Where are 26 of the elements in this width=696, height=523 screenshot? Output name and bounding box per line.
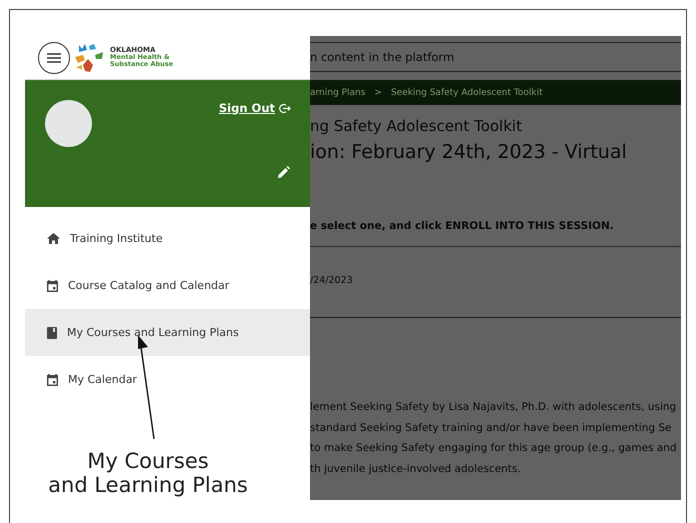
nav-item[interactable]: Course Catalog and Calendar — [25, 262, 310, 309]
course-title: ng Safety Adolescent Toolkit — [310, 117, 523, 135]
breadcrumb-link[interactable]: Seeking Safety Adolescent Toolkit — [390, 88, 543, 98]
sign-out-icon — [279, 102, 291, 114]
menu-button[interactable] — [38, 42, 70, 74]
description-line: to make Seeking Safety engaging for this age group (e.g., games and — [310, 441, 678, 456]
description-line: standard Seeking Safety training and/or have been implementing Se — [310, 420, 672, 436]
edit-icon[interactable] — [278, 166, 290, 178]
nav-item[interactable]: My Courses and Learning Plans — [25, 309, 310, 356]
menu-icon — [47, 52, 61, 62]
calendar-icon — [47, 280, 58, 292]
book-icon — [47, 326, 57, 338]
description-line: lement Seeking Safety by Lisa Najavits, Ph.D. with adolescents, using — [310, 400, 678, 415]
home-icon — [47, 233, 60, 244]
sign-out-link[interactable]: Sign Out — [218, 101, 275, 115]
nav-item[interactable]: My Calendar — [25, 356, 310, 403]
nav-item[interactable]: Training Institute — [25, 215, 310, 262]
annotation-label: My Courses and Learning Plans — [47, 449, 249, 497]
instruction-text: e select one, and click ENROLL INTO THIS SESSION. — [310, 220, 615, 232]
description-line: th juvenile justice-involved adolescents. — [310, 462, 522, 476]
calendar-icon — [47, 374, 58, 386]
session-date: /24/2023 — [310, 275, 354, 286]
session-title: ion: February 24th, 2023 - Virtual — [310, 141, 628, 163]
breadcrumb-separator: > — [374, 88, 382, 98]
avatar-circle — [45, 100, 92, 147]
breadcrumb-link[interactable]: arning Plans — [310, 88, 366, 98]
